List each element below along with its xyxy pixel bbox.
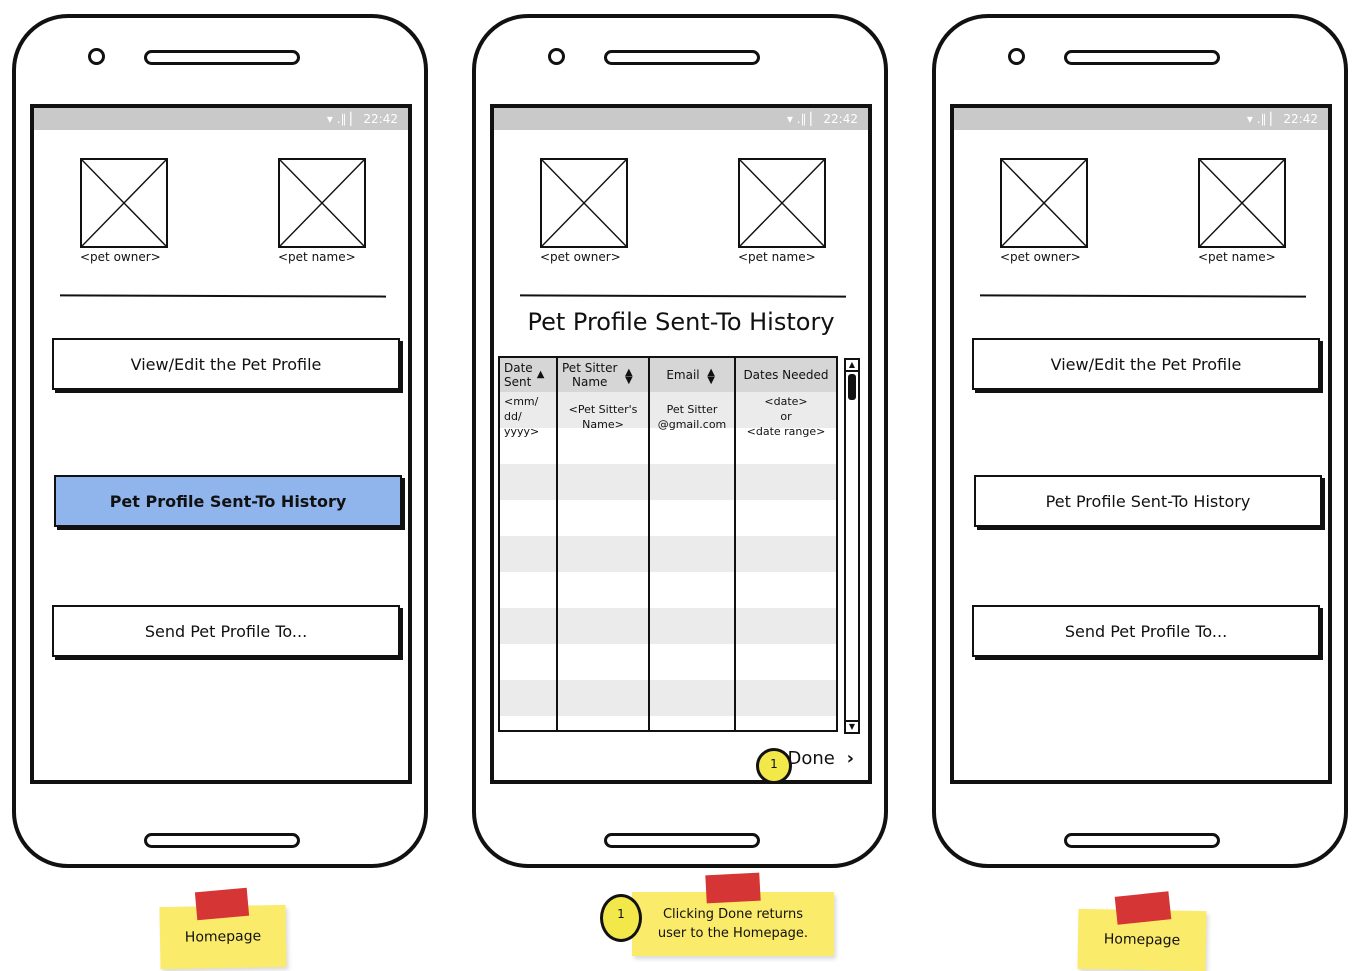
chevron-right-icon: › (846, 748, 854, 769)
speaker-icon (1064, 50, 1220, 65)
done-button[interactable]: Done › (787, 748, 854, 769)
status-time: 22:42 (1283, 112, 1318, 126)
column-header-label: Dates Needed (743, 368, 829, 382)
scroll-down-icon[interactable]: ▼ (846, 720, 858, 732)
note-text: Clicking Done returns user to the Homepa… (657, 907, 809, 941)
page-title: Pet Profile Sent-To History (527, 308, 835, 336)
send-profile-button[interactable]: Send Pet Profile To... (52, 605, 400, 657)
table-row (500, 680, 836, 716)
sort-icon: ▲▼ (623, 367, 635, 383)
phone-homepage-left: ▾ .∥ ▏ 22:42 <pet owner> <pet name> View… (12, 14, 428, 868)
pet-owner-label: <pet owner> (80, 250, 161, 264)
sent-to-history-button[interactable]: Pet Profile Sent-To History (54, 475, 402, 527)
column-header-pet-sitter-name[interactable]: Pet Sitter Name ▲▼ (558, 358, 648, 392)
tape-icon (194, 887, 250, 921)
cell-date-sent: <mm/ dd/ yyyy> (504, 395, 540, 438)
scroll-up-icon[interactable]: ▲ (846, 360, 858, 372)
camera-icon (88, 48, 105, 65)
screen: ▾ .∥ ▏ 22:42 <pet owner> <pet name> Pet … (490, 104, 872, 784)
camera-icon (1008, 48, 1025, 65)
sort-icon: ▲▼ (705, 367, 717, 383)
column-header-date-sent[interactable]: Date Sent ▲ (500, 358, 556, 392)
pet-name-label: <pet name> (1198, 250, 1276, 264)
column-header-label: Pet Sitter Name (562, 361, 618, 389)
pet-owner-image-placeholder (540, 158, 628, 248)
scroll-thumb[interactable] (848, 374, 856, 400)
tape-icon (705, 872, 761, 904)
pet-owner-label: <pet owner> (540, 250, 621, 264)
camera-icon (548, 48, 565, 65)
signal-icons: ▾ .∥ ▏ (1246, 112, 1280, 126)
speaker-icon (604, 50, 760, 65)
view-edit-profile-button[interactable]: View/Edit the Pet Profile (52, 338, 400, 390)
table-row (500, 536, 836, 572)
column-header-label: Date Sent (504, 361, 533, 389)
pet-name-label: <pet name> (278, 250, 356, 264)
sort-asc-icon: ▲ (536, 369, 545, 380)
divider (979, 294, 1307, 298)
signal-icons: ▾ .∥ ▏ (786, 112, 820, 126)
annotation-marker: 1 (756, 748, 792, 784)
status-bar: ▾ .∥ ▏ 22:42 (34, 108, 408, 130)
cell-email: Pet Sitter @gmail.com (657, 403, 727, 431)
home-bar-icon (144, 833, 300, 848)
table-scrollbar[interactable]: ▲ ▼ (844, 358, 860, 734)
column-header-email[interactable]: Email ▲▼ (650, 358, 734, 392)
home-bar-icon (1064, 833, 1220, 848)
divider (59, 294, 387, 298)
column-header-dates-needed[interactable]: Dates Needed (736, 358, 836, 392)
speaker-icon (144, 50, 300, 65)
status-bar: ▾ .∥ ▏ 22:42 (494, 108, 868, 130)
view-edit-profile-button[interactable]: View/Edit the Pet Profile (972, 338, 1320, 390)
history-table: Date Sent ▲ Pet Sitter Name ▲▼ Email ▲▼ … (498, 356, 838, 732)
divider (519, 294, 847, 298)
pet-owner-label: <pet owner> (1000, 250, 1081, 264)
pet-name-image-placeholder (1198, 158, 1286, 248)
signal-icons: ▾ .∥ ▏ (326, 112, 360, 126)
screen: ▾ .∥ ▏ 22:42 <pet owner> <pet name> View… (30, 104, 412, 784)
done-label: Done (787, 748, 835, 769)
table-row (500, 464, 836, 500)
screen: ▾ .∥ ▏ 22:42 <pet owner> <pet name> View… (950, 104, 1332, 784)
home-bar-icon (604, 833, 760, 848)
column-header-label: Email (666, 368, 700, 382)
pet-name-image-placeholder (738, 158, 826, 248)
cell-pet-sitter-name: <Pet Sitter's Name> (568, 403, 638, 431)
status-time: 22:42 (823, 112, 858, 126)
cell-dates-needed: <date> or <date range> (746, 395, 826, 438)
phone-history: ▾ .∥ ▏ 22:42 <pet owner> <pet name> Pet … (472, 14, 888, 868)
pet-name-image-placeholder (278, 158, 366, 248)
status-time: 22:42 (363, 112, 398, 126)
status-bar: ▾ .∥ ▏ 22:42 (954, 108, 1328, 130)
tape-icon (1114, 891, 1172, 925)
annotation-marker: 1 (600, 894, 642, 942)
pet-name-label: <pet name> (738, 250, 816, 264)
pet-owner-image-placeholder (80, 158, 168, 248)
note-text: Homepage (1103, 931, 1181, 949)
note-text: Homepage (184, 928, 262, 946)
sent-to-history-button[interactable]: Pet Profile Sent-To History (974, 475, 1322, 527)
pet-owner-image-placeholder (1000, 158, 1088, 248)
send-profile-button[interactable]: Send Pet Profile To... (972, 605, 1320, 657)
table-row (500, 608, 836, 644)
phone-homepage-right: ▾ .∥ ▏ 22:42 <pet owner> <pet name> View… (932, 14, 1348, 868)
